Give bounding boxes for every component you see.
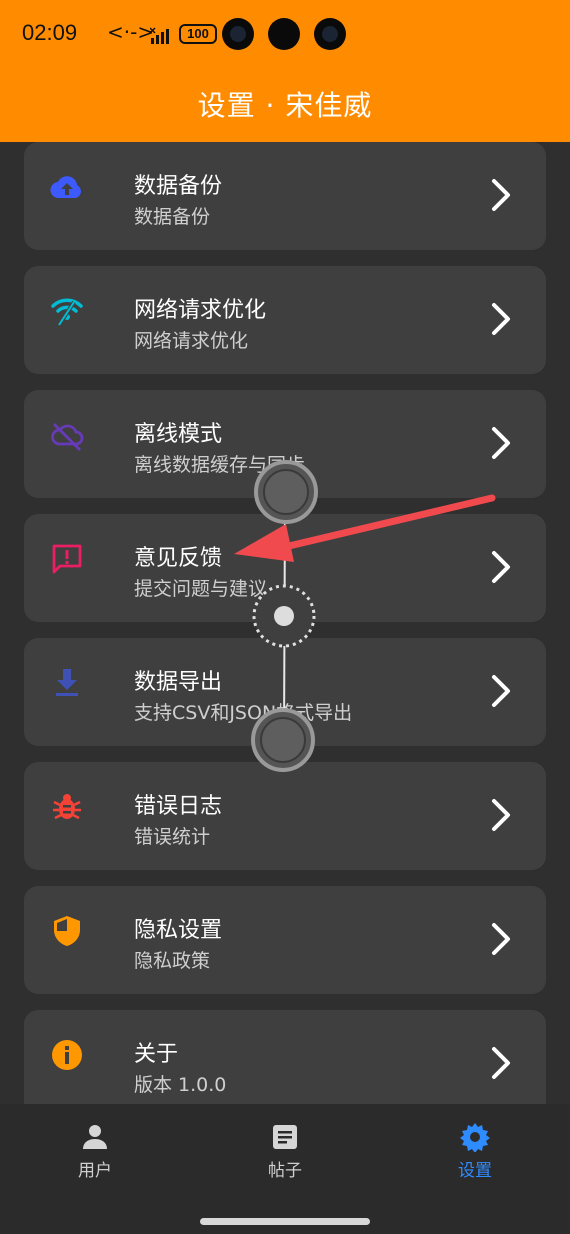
settings-item-title: 隐私设置 — [134, 918, 223, 943]
settings-item[interactable]: 关于版本 1.0.0 — [24, 1010, 546, 1104]
settings-item[interactable]: 网络请求优化 网络请求优化 — [24, 266, 546, 374]
settings-item-subtitle: 版本 1.0.0 — [134, 1074, 227, 1096]
download-icon — [56, 669, 78, 696]
tab-label: 帖子 — [268, 1161, 302, 1181]
settings-item-title: 数据导出 — [134, 670, 223, 695]
wifi-icon — [51, 298, 83, 327]
settings-item-subtitle: 隐私政策 — [134, 950, 211, 972]
shield-icon — [54, 916, 80, 946]
settings-item[interactable]: 数据备份 数据备份 — [24, 142, 546, 250]
chevron-right-icon — [492, 179, 510, 211]
tab-posts[interactable]: 帖子 — [225, 1122, 345, 1181]
settings-item-title: 错误日志 — [134, 794, 223, 819]
gear-icon — [460, 1123, 490, 1152]
cloud-off-icon — [51, 423, 84, 451]
signal-icon — [150, 27, 169, 44]
settings-item-subtitle: 错误统计 — [134, 826, 211, 848]
status-time: 02:09 — [22, 20, 78, 45]
bottom-nav: 用户 帖子 设置 — [0, 1104, 570, 1234]
settings-item[interactable]: 意见反馈提交问题与建议 — [24, 514, 546, 622]
info-icon — [52, 1040, 82, 1070]
feedback-icon — [52, 544, 82, 574]
settings-item-subtitle: 数据备份 — [134, 206, 211, 228]
settings-item-title: 离线模式 — [134, 422, 223, 447]
status-bar: 02:09 <·-> 100 — [0, 0, 570, 70]
chevron-right-icon — [492, 427, 510, 459]
tab-users[interactable]: 用户 — [35, 1122, 155, 1181]
tab-label: 设置 — [458, 1161, 492, 1181]
chevron-right-icon — [492, 923, 510, 955]
bug-icon — [53, 794, 81, 820]
settings-item[interactable]: 错误日志 错误统计 — [24, 762, 546, 870]
person-icon — [83, 1125, 107, 1149]
tab-settings[interactable]: 设置 — [415, 1122, 535, 1181]
settings-item-subtitle: 提交问题与建议 — [134, 578, 268, 600]
chevron-right-icon — [492, 799, 510, 831]
settings-item-subtitle: 离线数据缓存与同步 — [134, 454, 306, 476]
chevron-right-icon — [492, 675, 510, 707]
article-icon — [273, 1125, 297, 1149]
settings-item-title: 网络请求优化 — [134, 298, 267, 323]
tab-label: 用户 — [78, 1161, 112, 1181]
home-indicator[interactable] — [200, 1218, 370, 1225]
settings-item[interactable]: 隐私设置 隐私政策 — [24, 886, 546, 994]
cloud-upload-icon — [50, 176, 81, 199]
chevron-right-icon — [492, 303, 510, 335]
settings-item[interactable]: 数据导出支持CSV和JSON格式导出 — [24, 638, 546, 746]
settings-item[interactable]: 离线模式离线数据缓存与同步 — [24, 390, 546, 498]
settings-item-title: 关于 — [134, 1042, 179, 1067]
chevron-right-icon — [492, 1047, 510, 1079]
camera-icon — [268, 18, 300, 50]
battery-indicator: 100 — [179, 24, 217, 44]
settings-item-title: 意见反馈 — [134, 546, 223, 571]
code-icon: <·-> — [107, 20, 155, 44]
settings-item-subtitle: 网络请求优化 — [134, 330, 249, 352]
page-title: 设置 · 宋佳威 — [197, 89, 373, 122]
app-header: 02:09 <·-> 100 设置 · 宋佳威 — [0, 0, 570, 142]
camera-icon — [222, 18, 254, 50]
settings-item-subtitle: 支持CSV和JSON格式导出 — [134, 702, 353, 724]
settings-list[interactable]: 数据备份 数据备份 网络请求优化 网络请求优化 离线模式 离线数据缓存与同步 意见反馈 提交问… — [0, 142, 570, 1104]
chevron-right-icon — [492, 551, 510, 583]
settings-item-title: 数据备份 — [134, 174, 223, 199]
camera-icon — [314, 18, 346, 50]
